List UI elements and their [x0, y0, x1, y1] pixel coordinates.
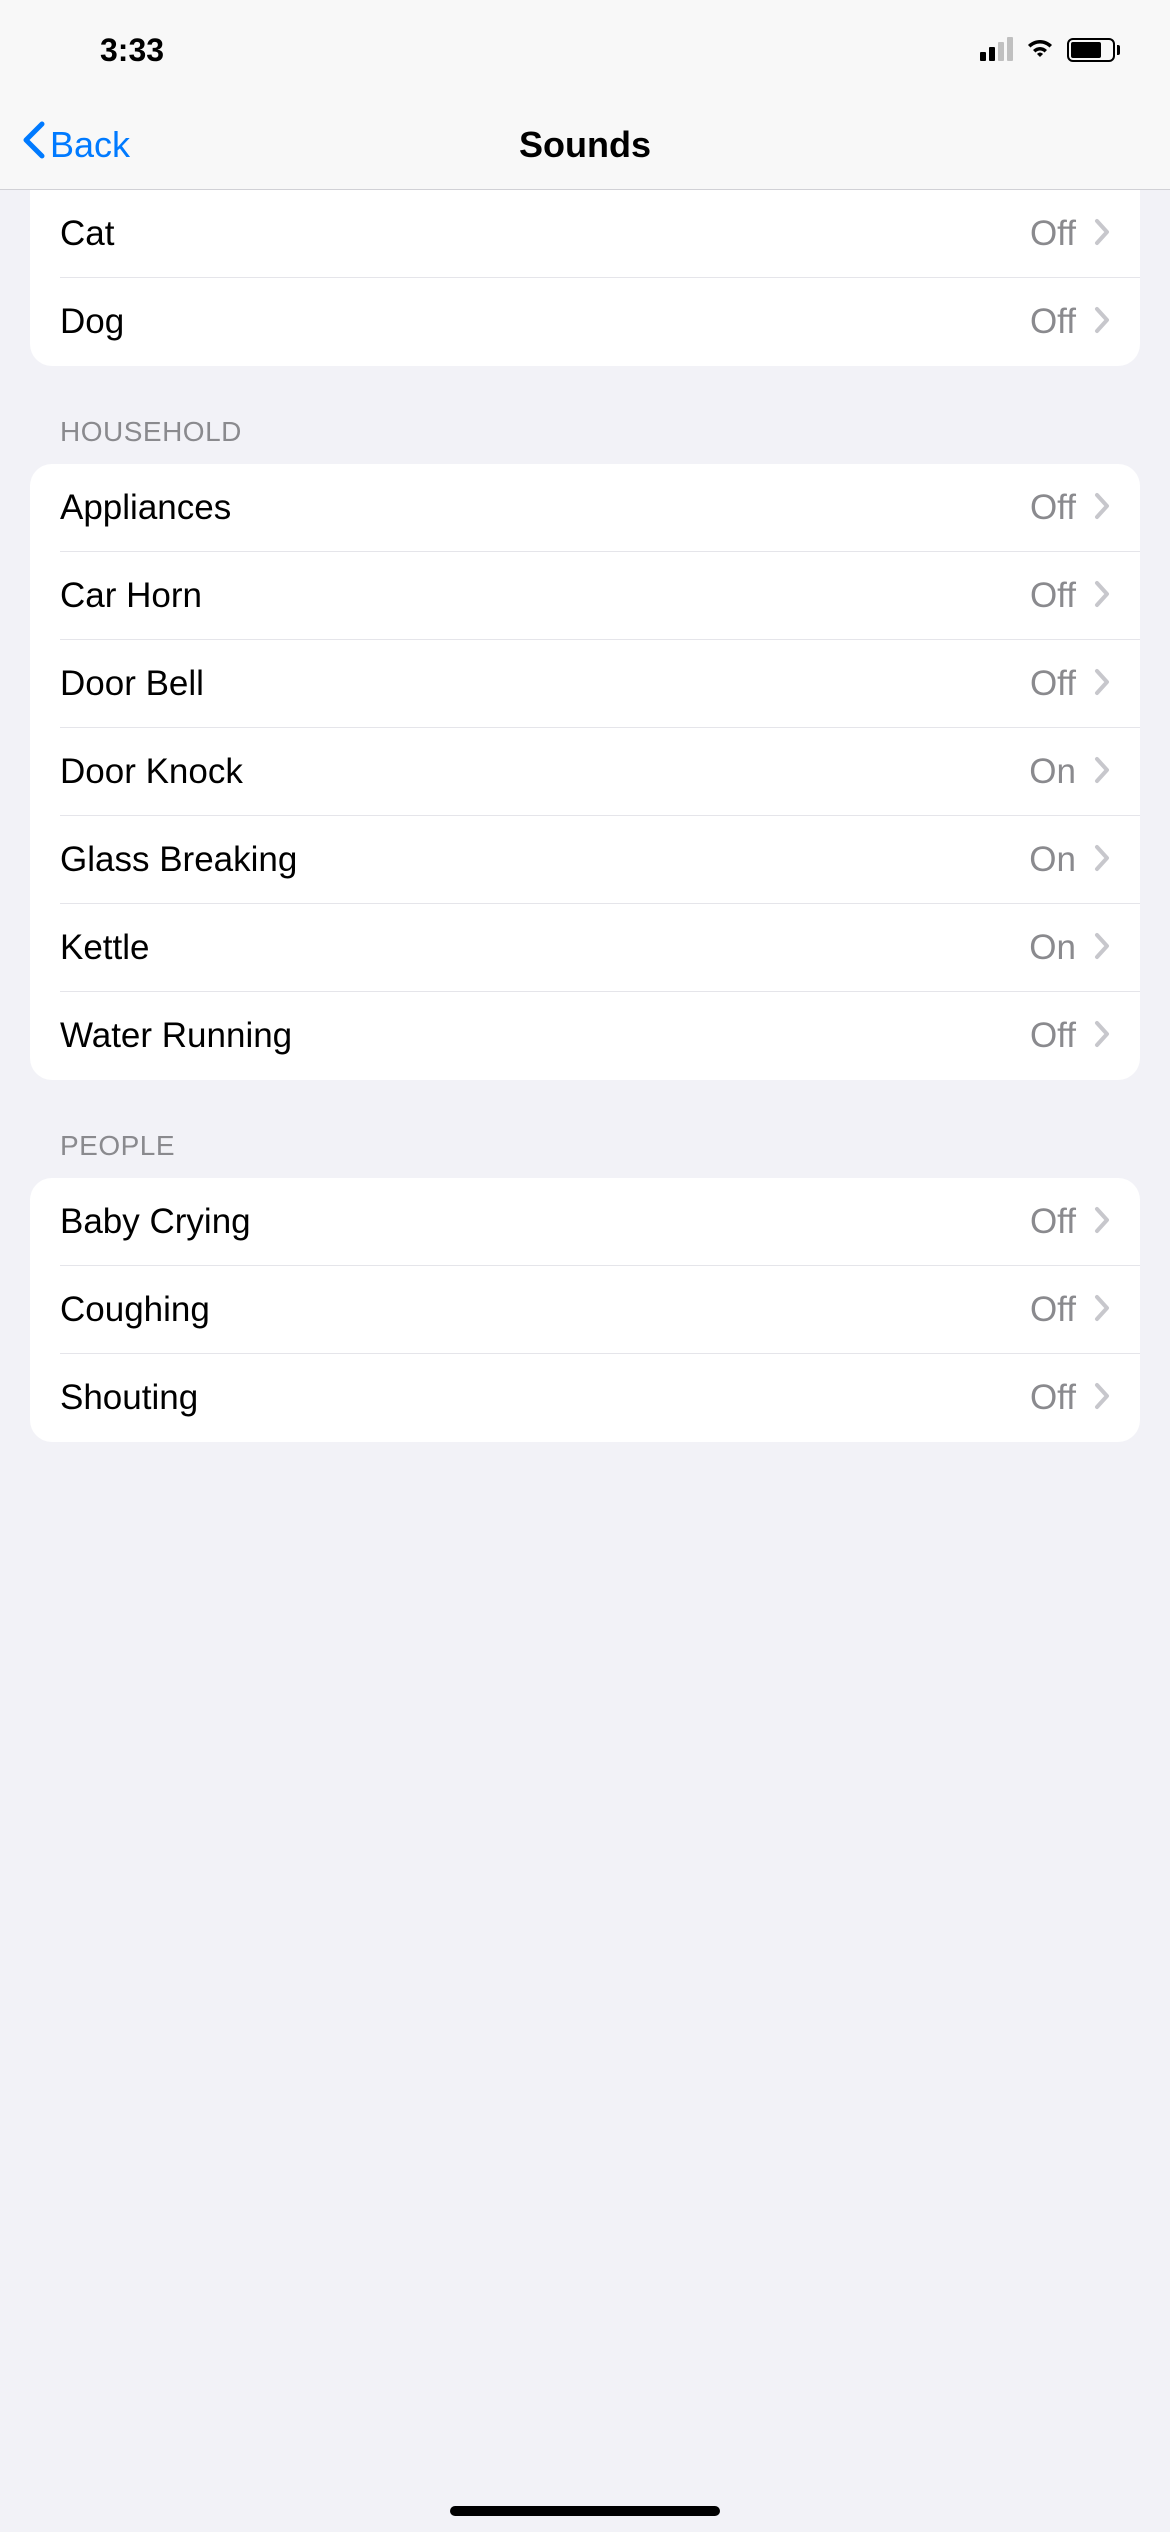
nav-bar: Back Sounds [0, 100, 1170, 190]
chevron-right-icon [1094, 218, 1110, 251]
row-right: Off [1030, 302, 1110, 342]
row-value: On [1029, 752, 1076, 792]
row-value: Off [1030, 664, 1076, 704]
row-label: Glass Breaking [60, 840, 297, 880]
table-group-animals: Cat Off Dog Off [30, 190, 1140, 366]
battery-icon [1067, 38, 1120, 62]
row-right: On [1029, 928, 1110, 968]
chevron-right-icon [1094, 492, 1110, 525]
row-value: Off [1030, 488, 1076, 528]
row-value: On [1029, 840, 1076, 880]
row-label: Kettle [60, 928, 150, 968]
cellular-signal-icon [980, 39, 1013, 61]
table-row-appliances[interactable]: Appliances Off [30, 464, 1140, 552]
row-label: Door Knock [60, 752, 243, 792]
chevron-right-icon [1094, 306, 1110, 339]
table-row-shouting[interactable]: Shouting Off [30, 1354, 1140, 1442]
table-row-coughing[interactable]: Coughing Off [30, 1266, 1140, 1354]
row-right: Off [1030, 1202, 1110, 1242]
row-value: Off [1030, 1202, 1076, 1242]
row-label: Water Running [60, 1016, 292, 1056]
table-row-baby-crying[interactable]: Baby Crying Off [30, 1178, 1140, 1266]
row-label: Dog [60, 302, 124, 342]
row-right: Off [1030, 1378, 1110, 1418]
chevron-right-icon [1094, 668, 1110, 701]
row-right: Off [1030, 664, 1110, 704]
table-row-door-knock[interactable]: Door Knock On [30, 728, 1140, 816]
table-group-household: Appliances Off Car Horn Off Door Bell Of… [30, 464, 1140, 1080]
row-right: On [1029, 840, 1110, 880]
back-label: Back [50, 124, 130, 166]
back-button[interactable]: Back [20, 120, 130, 169]
row-value: Off [1030, 1378, 1076, 1418]
page-title: Sounds [519, 124, 651, 166]
row-label: Coughing [60, 1290, 210, 1330]
content-scroll[interactable]: Cat Off Dog Off Household Appliances [0, 190, 1170, 1442]
row-right: On [1029, 752, 1110, 792]
row-right: Off [1030, 576, 1110, 616]
wifi-icon [1023, 35, 1057, 66]
row-label: Appliances [60, 488, 231, 528]
table-row-dog[interactable]: Dog Off [30, 278, 1140, 366]
chevron-left-icon [20, 120, 48, 169]
chevron-right-icon [1094, 1020, 1110, 1053]
chevron-right-icon [1094, 932, 1110, 965]
table-row-glass-breaking[interactable]: Glass Breaking On [30, 816, 1140, 904]
status-icons [980, 35, 1120, 66]
section-header-household: Household [0, 366, 1170, 464]
table-group-people: Baby Crying Off Coughing Off Shouting Of… [30, 1178, 1140, 1442]
row-label: Baby Crying [60, 1202, 251, 1242]
chevron-right-icon [1094, 844, 1110, 877]
row-right: Off [1030, 214, 1110, 254]
home-indicator[interactable] [450, 2506, 720, 2516]
chevron-right-icon [1094, 1206, 1110, 1239]
row-value: Off [1030, 1016, 1076, 1056]
row-label: Cat [60, 214, 114, 254]
chevron-right-icon [1094, 580, 1110, 613]
section-header-people: People [0, 1080, 1170, 1178]
row-label: Car Horn [60, 576, 202, 616]
table-row-cat[interactable]: Cat Off [30, 190, 1140, 278]
chevron-right-icon [1094, 1294, 1110, 1327]
table-row-door-bell[interactable]: Door Bell Off [30, 640, 1140, 728]
row-value: On [1029, 928, 1076, 968]
row-right: Off [1030, 488, 1110, 528]
table-row-water-running[interactable]: Water Running Off [30, 992, 1140, 1080]
row-right: Off [1030, 1016, 1110, 1056]
table-row-kettle[interactable]: Kettle On [30, 904, 1140, 992]
row-label: Door Bell [60, 664, 204, 704]
row-value: Off [1030, 302, 1076, 342]
chevron-right-icon [1094, 756, 1110, 789]
row-value: Off [1030, 214, 1076, 254]
row-value: Off [1030, 1290, 1076, 1330]
table-row-car-horn[interactable]: Car Horn Off [30, 552, 1140, 640]
row-right: Off [1030, 1290, 1110, 1330]
status-time: 3:33 [100, 32, 164, 69]
row-label: Shouting [60, 1378, 198, 1418]
row-value: Off [1030, 576, 1076, 616]
status-bar: 3:33 [0, 0, 1170, 100]
chevron-right-icon [1094, 1382, 1110, 1415]
